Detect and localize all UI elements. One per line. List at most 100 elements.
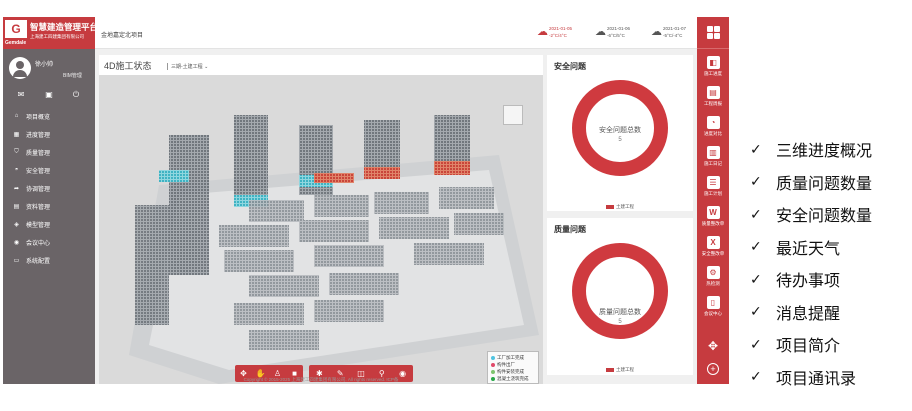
weather-day-1: ☁ 2021-01-05 -2°C/4°C [537, 25, 587, 43]
checklist-item: ✓ 待办事项 [750, 263, 910, 296]
checklist-item: ✓ 项目通讯录 [750, 361, 910, 394]
bim-3d-viewport[interactable]: 工厂加工完成 构件出厂 构件安装完成 混凝土浇筑完成 ✥ ✋ ♙ ■ ✱ ✎ ◫… [99, 75, 543, 384]
rightbar-item-progress-compare[interactable]: ◔ 进度对比 [697, 113, 729, 143]
checklist-item: ✓ 消息提醒 [750, 296, 910, 329]
rightbar-item-construction-diary[interactable]: ▥ 施工日记 [697, 143, 729, 173]
settings-icon: ▭ [13, 257, 20, 264]
checkmark-icon: ✓ [750, 303, 762, 320]
home-icon: ⌂ [14, 113, 19, 119]
apps-grid-button[interactable] [697, 17, 729, 49]
rightbar-item-construction-progress[interactable]: ◧ 施工进度 [697, 53, 729, 83]
rightbar-item-weekly-report[interactable]: ▤ 工程周报 [697, 83, 729, 113]
sidebar-item-label: 系统配置 [26, 258, 51, 265]
sidebar-item-coordination[interactable]: ➦ 协调管理 [3, 179, 95, 197]
weather-temp: -2°C/4°C [549, 33, 567, 38]
checklist-item: ✓ 最近天气 [750, 231, 910, 264]
sidebar-item-overview[interactable]: ⌂ 项目概览 [3, 107, 95, 125]
contact-card-icon[interactable]: ▣ [44, 91, 54, 99]
rightbar-item-meeting-center[interactable]: ▯ 会议中心 [697, 293, 729, 323]
sidebar-item-quality[interactable]: ⛉ 质量管理 [3, 143, 95, 161]
legend-label: 土建工程 [616, 367, 634, 372]
file-icon: ▤ [13, 203, 20, 210]
quality-legend: 土建工程 [547, 367, 693, 373]
excel-icon: X [706, 236, 720, 249]
quality-total: 5 [618, 319, 622, 325]
rightbar-item-safety-rectification[interactable]: X 安全整改单 [697, 233, 729, 263]
avatar[interactable] [9, 57, 31, 79]
checkmark-icon: ✓ [750, 140, 762, 157]
cube-icon: ◈ [14, 221, 19, 228]
legend-swatch [491, 362, 495, 367]
sidebar-item-safety[interactable]: ◓ 安全管理 [3, 161, 95, 179]
sidebar-item-label: 安全管理 [26, 168, 51, 175]
server-icon: ☰ [706, 176, 720, 189]
safety-legend: 土建工程 [547, 204, 693, 210]
weather-temp: -6°C/5°C [607, 33, 625, 38]
quality-donut-chart[interactable] [570, 241, 670, 341]
legend-swatch [491, 355, 495, 360]
bookmark-icon: ▯ [706, 296, 720, 309]
sidebar: G 智慧建造管理平台 上海建工四建集团有限公司 Gemdale 徐小帅 BIM管… [3, 17, 99, 384]
word-icon: W [706, 206, 720, 219]
book-icon: ▥ [706, 146, 720, 159]
project-name[interactable]: 金地嘉定北项目 [101, 30, 143, 39]
rightbar-item-quality-rectification[interactable]: W 质量整改单 [697, 203, 729, 233]
calendar-icon: ▦ [13, 131, 20, 138]
feature-checklist: ✓ 三维进度概况 ✓ 质量问题数量 ✓ 安全问题数量 ✓ 最近天气 ✓ 待办事项… [750, 133, 910, 393]
checklist-item: ✓ 项目简介 [750, 328, 910, 361]
progress-icon: ◧ [706, 56, 720, 69]
panel-4d-title: 4D施工状态 [104, 61, 152, 71]
sidebar-nav: ⌂ 项目概览 ▦ 进度管理 ⛉ 质量管理 ◓ 安全管理 ➦ 协调管理 ▤ 资料管… [3, 107, 95, 269]
checklist-label: 安全问题数量 [776, 208, 873, 226]
grid-icon [706, 26, 720, 39]
safety-title: 安全问题 [554, 62, 586, 71]
legend-label: 工厂加工完成 [497, 354, 524, 360]
app-window: G 智慧建造管理平台 上海建工四建集团有限公司 Gemdale 徐小帅 BIM管… [3, 17, 729, 384]
sidebar-item-settings[interactable]: ▭ 系统配置 [3, 251, 95, 269]
move-button[interactable]: ✥ [697, 337, 729, 353]
checklist-label: 三维进度概况 [776, 143, 873, 161]
rightbar-item-construction-plan[interactable]: ☰ 施工计划 [697, 173, 729, 203]
safety-panel: 安全问题 安全问题总数 5 土建工程 [547, 55, 693, 211]
safety-donut-label: 安全问题总数 [599, 127, 641, 134]
legend-label: 构件安装完成 [497, 368, 524, 374]
sidebar-item-label: 协调管理 [26, 186, 51, 193]
sidebar-item-progress[interactable]: ▦ 进度管理 [3, 125, 95, 143]
power-icon[interactable]: ⏻ [71, 91, 81, 99]
phase-select-value: 三期-土建工程 [171, 64, 203, 70]
sidebar-item-models[interactable]: ◈ 模型管理 [3, 215, 95, 233]
shield-icon: ⛉ [14, 148, 19, 155]
add-button[interactable]: + [697, 359, 729, 377]
checklist-label: 项目通讯录 [776, 370, 857, 388]
legend-label: 土建工程 [616, 204, 634, 209]
mail-icon[interactable]: ✉ [16, 91, 26, 99]
sidebar-item-label: 质量管理 [26, 150, 51, 157]
quality-donut-label: 质量问题总数 [599, 309, 641, 316]
checklist-item: ✓ 三维进度概况 [750, 133, 910, 166]
right-toolbar: ◧ 施工进度 ▤ 工程周报 ◔ 进度对比 ▥ 施工日记 ☰ 施工计划 W 质量整… [697, 17, 729, 384]
phase-select[interactable]: 三期-土建工程 ⌄ [167, 63, 208, 70]
move-arrows-icon: ✥ [707, 339, 719, 353]
weather-date: 2021-01-05 [549, 26, 573, 31]
sidebar-item-meetings[interactable]: ◉ 会议中心 [3, 233, 95, 251]
view-cube[interactable] [503, 105, 523, 125]
legend-swatch [606, 205, 614, 209]
sidebar-item-label: 会议中心 [26, 240, 51, 247]
sidebar-item-label: 进度管理 [26, 132, 51, 139]
sidebar-item-label: 资料管理 [26, 204, 51, 211]
checkmark-icon: ✓ [750, 205, 762, 222]
logo-mark-icon: G [5, 20, 27, 38]
brand-logo-text: Gemdale [5, 40, 27, 46]
legend-swatch [491, 369, 495, 374]
checklist-label: 项目简介 [776, 338, 841, 356]
brand-title: 智慧建造管理平台 [30, 22, 99, 32]
user-name: 徐小帅 [35, 62, 54, 68]
weather-temp: -5°C/-4°C [663, 33, 683, 38]
sidebar-item-documents[interactable]: ▤ 资料管理 [3, 197, 95, 215]
legend-item: 构件安装完成 [491, 368, 524, 375]
legend-swatch [606, 368, 614, 372]
bim-model-render [129, 115, 539, 384]
weather-day-3: ☁ 2021-01-07 -5°C/-4°C [651, 25, 701, 43]
quality-title: 质量问题 [554, 225, 586, 234]
rightbar-item-heat-detection[interactable]: ⚙ 热检测 [697, 263, 729, 293]
